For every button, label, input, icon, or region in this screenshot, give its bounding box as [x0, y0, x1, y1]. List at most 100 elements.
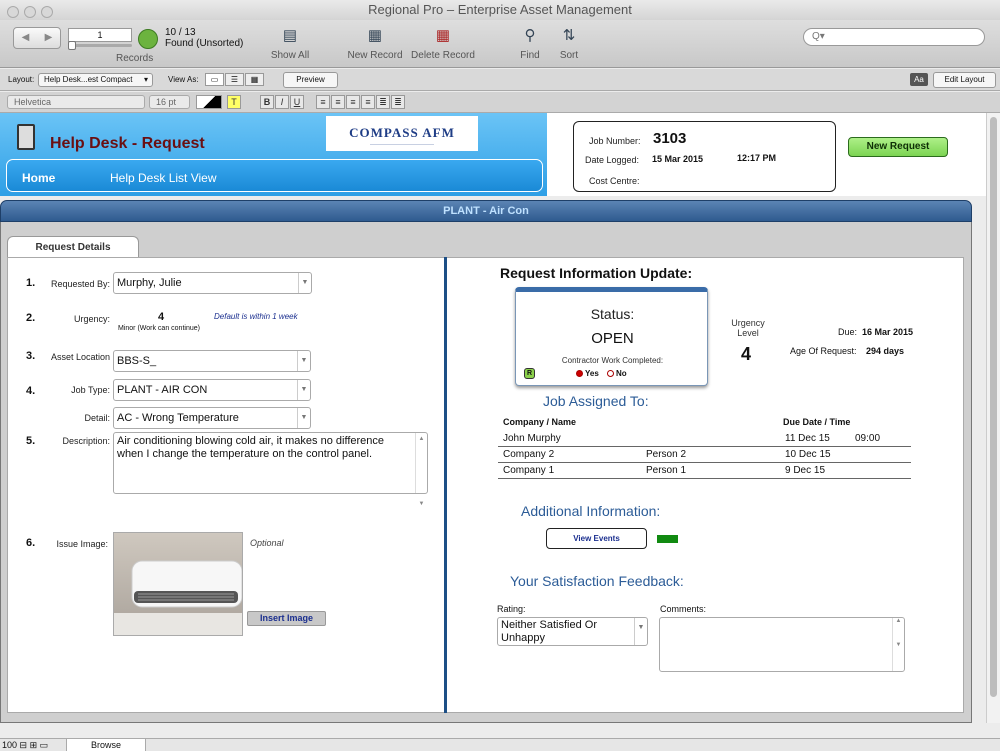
zoom-level[interactable]: 100 ⊟ ⊞ ▭	[2, 739, 48, 751]
preview-button[interactable]: Preview	[283, 72, 338, 88]
job-type-select[interactable]: PLANT - AIR CON ▼	[113, 379, 311, 401]
textarea-scrollbar[interactable]: ▲ ▼	[415, 433, 427, 507]
row-due-date: 10 Dec 15	[785, 449, 831, 460]
issue-image[interactable]	[113, 532, 243, 636]
quick-find-input[interactable]: Q▾	[803, 28, 985, 46]
textarea-scrollbar[interactable]: ▲ ▼	[892, 618, 904, 671]
table-row[interactable]: Company 1 Person 1 9 Dec 15	[498, 463, 911, 479]
font-size-select[interactable]: 16 pt	[149, 95, 190, 109]
list-view-icon[interactable]: ☰	[225, 73, 244, 86]
record-number-field[interactable]: 1	[68, 28, 132, 42]
layout-select[interactable]: Help Desk...est Compact ▾	[38, 73, 153, 87]
description-textarea[interactable]: Air conditioning blowing cold air, it ma…	[113, 432, 428, 507]
radio-unselected-icon	[607, 370, 614, 377]
form-view-icon[interactable]: ▭	[205, 73, 224, 86]
line-spacing-2-icon[interactable]: ≣	[391, 95, 405, 109]
text-format-toggle[interactable]: Aa	[910, 73, 928, 86]
align-justify-icon[interactable]: ≡	[361, 95, 375, 109]
row-person: Person 2	[646, 449, 687, 460]
detail-select[interactable]: AC - Wrong Temperature ▼	[113, 407, 311, 429]
align-right-icon[interactable]: ≡	[346, 95, 360, 109]
sort-button[interactable]: ⇅ Sort	[555, 26, 583, 61]
feedback-title: Your Satisfaction Feedback:	[510, 573, 684, 589]
text-color-icon[interactable]	[196, 95, 222, 109]
bold-button[interactable]: B	[260, 95, 274, 109]
issue-image-label: Issue Image:	[56, 539, 108, 549]
new-request-button[interactable]: New Request	[848, 137, 948, 157]
urgency-description: Minor (Work can continue)	[118, 325, 200, 332]
find-button[interactable]: ⚲ Find	[515, 26, 545, 61]
job-number-value: 3103	[653, 130, 687, 147]
tab-request-details[interactable]: Request Details	[7, 236, 139, 258]
insert-image-button[interactable]: Insert Image	[247, 611, 326, 626]
job-type-label: Job Type:	[71, 385, 110, 395]
mode-indicator[interactable]: Browse	[66, 739, 146, 751]
edit-layout-button[interactable]: Edit Layout	[933, 72, 996, 88]
column-header-company: Company / Name	[503, 417, 577, 427]
font-select[interactable]: Helvetica	[7, 95, 145, 109]
find-label: Find	[520, 50, 540, 61]
page-title: Help Desk - Request	[50, 135, 205, 152]
urgency-value: 4	[158, 311, 165, 323]
show-all-label: Show All	[270, 50, 310, 61]
nav-home-link[interactable]: Home	[22, 171, 55, 185]
contractor-yes-radio[interactable]: Yes	[576, 369, 599, 378]
record-slider-track[interactable]	[68, 44, 132, 47]
asset-location-select[interactable]: BBS-S_ ▼	[113, 350, 311, 372]
underline-button[interactable]: U	[290, 95, 304, 109]
record-navigator: ◀ ▶	[13, 27, 61, 49]
comments-textarea[interactable]: ▲ ▼	[659, 617, 905, 672]
rating-label: Rating:	[497, 604, 526, 614]
requested-by-select[interactable]: Murphy, Julie ▼	[113, 272, 312, 294]
delete-record-button[interactable]: ▦ Delete Record	[410, 26, 476, 61]
date-logged-value: 15 Mar 2015	[652, 154, 704, 164]
highlight-icon[interactable]: T	[227, 95, 241, 109]
align-left-icon[interactable]: ≡	[316, 95, 330, 109]
requested-by-value: Murphy, Julie	[117, 277, 182, 289]
form-document-icon	[17, 124, 35, 150]
column-divider	[444, 257, 447, 713]
table-row[interactable]: Company 2 Person 2 10 Dec 15	[498, 447, 911, 463]
show-all-button[interactable]: ▤ Show All	[269, 26, 311, 61]
comments-label: Comments:	[660, 604, 707, 614]
nav-list-view-link[interactable]: Help Desk List View	[110, 171, 217, 185]
scrollbar-thumb[interactable]	[990, 117, 997, 697]
logo-text: COMPASS AFM	[349, 125, 455, 140]
app-window: Regional Pro – Enterprise Asset Manageme…	[0, 0, 1000, 751]
zoom-value: 100	[2, 740, 18, 750]
zoom-window-button[interactable]	[41, 6, 53, 18]
chevron-down-icon: ▼	[297, 380, 310, 400]
view-events-button[interactable]: View Events	[546, 528, 647, 549]
new-record-button[interactable]: ▦ New Record	[346, 26, 404, 61]
next-record-icon[interactable]: ▶	[37, 28, 60, 48]
record-slider-handle[interactable]	[68, 41, 76, 50]
zoom-out-icon[interactable]: ⊟	[20, 740, 28, 750]
found-set-pie-icon	[138, 29, 158, 49]
detail-label: Detail:	[84, 413, 110, 423]
previous-record-icon[interactable]: ◀	[14, 28, 37, 48]
row-company: Company 1	[503, 465, 555, 476]
chevron-down-icon: ▼	[634, 618, 647, 645]
italic-button[interactable]: I	[275, 95, 289, 109]
sort-label: Sort	[559, 50, 579, 61]
line-spacing-icon[interactable]: ≣	[376, 95, 390, 109]
delete-record-label: Delete Record	[411, 50, 475, 61]
minimize-window-button[interactable]	[24, 6, 36, 18]
zoom-in-icon[interactable]: ⊞	[30, 740, 38, 750]
window-scrollbar[interactable]	[986, 113, 1000, 723]
chevron-down-icon: ▼	[297, 408, 310, 428]
section-title: PLANT - Air Con	[0, 200, 972, 222]
status-label: Status:	[590, 306, 635, 322]
status-value: OPEN	[591, 330, 634, 347]
contractor-no-radio[interactable]: No	[607, 369, 627, 378]
description-value: Air conditioning blowing cold air, it ma…	[117, 435, 385, 460]
table-view-icon[interactable]: ▦	[245, 73, 264, 86]
align-center-icon[interactable]: ≡	[331, 95, 345, 109]
rating-select[interactable]: Neither Satisfied Or Unhappy ▼	[497, 617, 648, 646]
no-label: No	[616, 369, 627, 378]
table-row[interactable]: John Murphy 11 Dec 15 09:00	[498, 431, 911, 447]
layout-bar: Layout: Help Desk...est Compact ▾ View A…	[0, 69, 1000, 91]
optional-hint: Optional	[250, 538, 284, 548]
toggle-toolbar-icon[interactable]: ▭	[40, 740, 49, 750]
close-window-button[interactable]	[7, 6, 19, 18]
